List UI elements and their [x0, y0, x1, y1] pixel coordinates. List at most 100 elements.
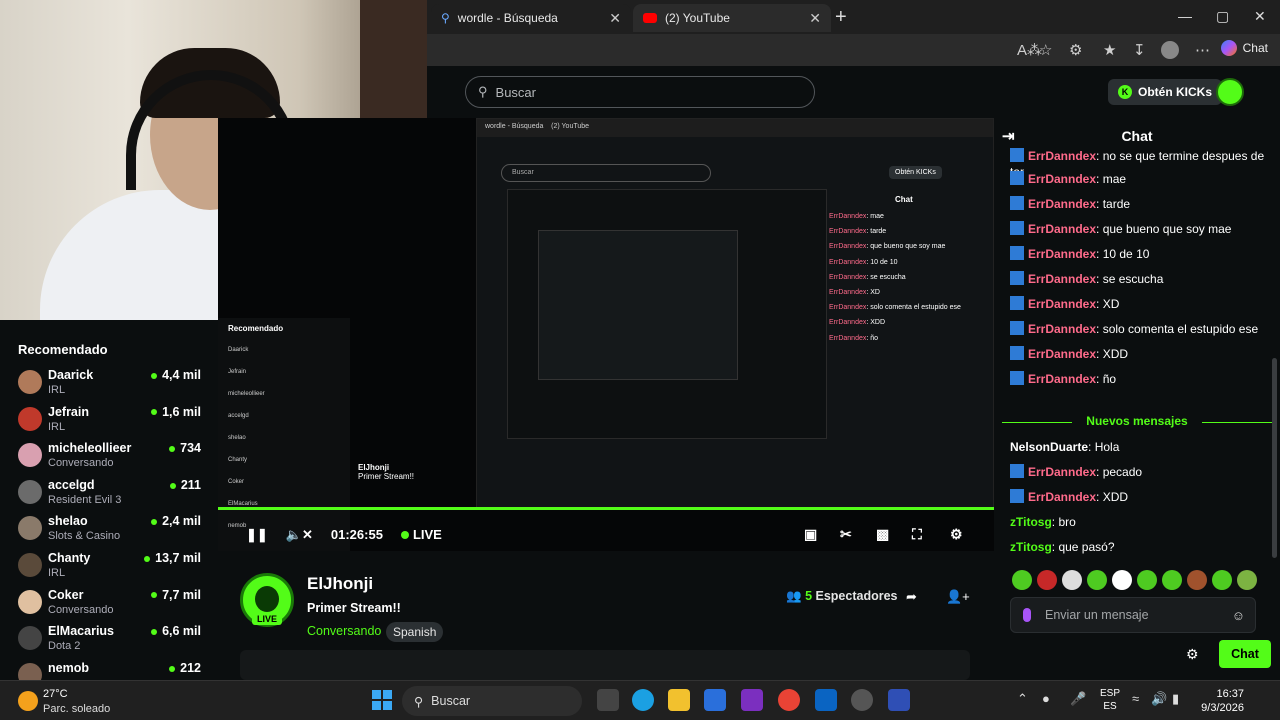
mic-icon[interactable] — [1023, 608, 1031, 622]
sidebar-item[interactable]: ElMacarius Dota 2 6,6 mil — [18, 624, 203, 660]
emote-icon[interactable] — [1137, 570, 1157, 590]
sidebar-item[interactable]: shelao Slots & Casino 2,4 mil — [18, 514, 203, 550]
chat-settings-icon[interactable]: ⚙ — [1186, 646, 1199, 663]
volume-icon[interactable]: 🔊 — [1151, 691, 1167, 707]
extensions-icon[interactable]: ⚙ — [1069, 41, 1082, 59]
profile-icon[interactable] — [1161, 41, 1179, 59]
tab-label: (2) YouTube — [665, 11, 730, 25]
follow-icon[interactable]: 👤+ — [946, 589, 970, 605]
sidebar-item[interactable]: micheleollieer Conversando 734 — [18, 441, 203, 477]
emoji-icon[interactable]: ☺ — [1232, 608, 1245, 623]
tray-app-icon[interactable]: ● — [1042, 691, 1050, 706]
collapse-chat-icon[interactable]: ⇥ — [1002, 127, 1015, 145]
emote-icon[interactable] — [1212, 570, 1232, 590]
settings-app-icon[interactable] — [851, 689, 873, 711]
new-tab-button[interactable]: + — [835, 6, 847, 29]
chat-message: ErrDanndex: tarde — [1010, 196, 1272, 212]
close-icon[interactable]: ✕ — [609, 10, 621, 27]
close-icon[interactable]: ✕ — [809, 10, 821, 27]
get-kicks-button[interactable]: K Obtén KICKs — [1108, 79, 1223, 105]
mic-tray-icon[interactable]: 🎤 — [1070, 691, 1086, 707]
nested-chat-line: ErrDanndex: se escucha — [829, 273, 906, 281]
taskbar-search[interactable]: ⚲ Buscar — [402, 686, 582, 716]
video-controls: ❚❚ 🔈✕ 01:26:55 LIVE ▣ ✂ ▩ ⛶ ⚙ — [218, 518, 994, 551]
start-button[interactable] — [372, 690, 392, 710]
avatar — [18, 626, 42, 651]
tab-youtube[interactable]: (2) YouTube ✕ — [633, 4, 831, 32]
stream-category[interactable]: Conversando — [307, 624, 381, 638]
browser-toolbar: A⁂ ☆ ⚙ ★ ↧ ⋯ Chat — [427, 34, 1280, 66]
settings-icon[interactable]: ⚙ — [950, 526, 963, 543]
chat-username[interactable]: ErrDanndex — [1028, 197, 1096, 211]
send-chat-button[interactable]: Chat — [1219, 640, 1271, 668]
theater-icon[interactable]: ▣ — [804, 526, 817, 543]
edge-icon[interactable] — [632, 689, 654, 711]
emote-icon[interactable] — [1012, 570, 1032, 590]
pip-icon[interactable]: ▩ — [876, 526, 889, 543]
video-player[interactable]: Recomendado Daarick Jefrain micheleollieer… — [218, 118, 994, 551]
store-icon[interactable] — [704, 689, 726, 711]
streamer-name[interactable]: ElJhonji — [307, 574, 373, 594]
search-input[interactable]: ⚲ Buscar — [465, 76, 815, 108]
user-avatar[interactable] — [1216, 78, 1244, 106]
emote-icon[interactable] — [1112, 570, 1132, 590]
sidebar-item[interactable]: accelgd Resident Evil 3 211 — [18, 478, 203, 514]
download-icon[interactable]: ↧ — [1133, 41, 1146, 59]
app-icon[interactable] — [888, 689, 910, 711]
chat-text: que bueno que soy mae — [1102, 222, 1232, 236]
taskview-icon[interactable] — [597, 689, 619, 711]
sun-icon — [18, 691, 38, 711]
emote-icon[interactable] — [1162, 570, 1182, 590]
chat-username[interactable]: ErrDanndex — [1028, 172, 1096, 186]
minimize-icon[interactable]: — — [1178, 8, 1192, 24]
outlook-icon[interactable] — [815, 689, 837, 711]
chat-input[interactable]: Enviar un mensaje ☺ — [1010, 597, 1256, 633]
favorites-icon[interactable]: ★ — [1103, 41, 1116, 59]
chat-username[interactable]: zTitosg — [1010, 540, 1052, 554]
chat-username[interactable]: ErrDanndex — [1028, 247, 1096, 261]
more-icon[interactable]: ⋯ — [1195, 41, 1210, 59]
copilot-chat-button[interactable]: Chat — [1220, 40, 1268, 56]
chat-username[interactable]: ErrDanndex — [1028, 272, 1096, 286]
chat-username[interactable]: ErrDanndex — [1028, 222, 1096, 236]
language-tag[interactable]: Spanish — [386, 622, 444, 642]
mute-icon[interactable]: 🔈✕ — [286, 527, 313, 543]
language-indicator[interactable]: ESP ES — [1100, 687, 1120, 713]
window-close-icon[interactable]: ✕ — [1254, 8, 1266, 25]
battery-icon[interactable]: ▮ — [1172, 691, 1179, 707]
chat-username[interactable]: ErrDanndex — [1028, 322, 1096, 336]
tray-chevron-icon[interactable]: ⌃ — [1017, 691, 1028, 707]
fullscreen-icon[interactable]: ⛶ — [912, 526, 922, 543]
chat-username[interactable]: zTitosg — [1010, 515, 1052, 529]
tab-wordle[interactable]: ⚲ wordle - Búsqueda ✕ — [431, 4, 631, 32]
video-progress-bar[interactable] — [218, 507, 994, 510]
chat-username[interactable]: ErrDanndex — [1028, 490, 1096, 504]
emote-icon[interactable] — [1237, 570, 1257, 590]
badge-icon — [1010, 148, 1024, 162]
maximize-icon[interactable]: ▢ — [1216, 8, 1229, 25]
chat-username[interactable]: ErrDanndex — [1028, 149, 1096, 163]
share-icon[interactable]: ➦ — [906, 589, 917, 605]
sidebar-item[interactable]: Jefrain IRL 1,6 mil — [18, 405, 203, 441]
chat-username[interactable]: ErrDanndex — [1028, 297, 1096, 311]
pause-icon[interactable]: ❚❚ — [246, 527, 268, 543]
chat-username[interactable]: ErrDanndex — [1028, 372, 1096, 386]
chat-username[interactable]: ErrDanndex — [1028, 347, 1096, 361]
chat-scrollbar[interactable] — [1272, 358, 1277, 558]
star-icon[interactable]: ☆ — [1039, 41, 1052, 59]
sidebar-item[interactable]: Coker Conversando 7,7 mil — [18, 588, 203, 624]
clip-icon[interactable]: ✂ — [840, 526, 852, 543]
emote-icon[interactable] — [1187, 570, 1207, 590]
sidebar-item[interactable]: Chanty IRL 13,7 mil — [18, 551, 203, 587]
emote-icon[interactable] — [1087, 570, 1107, 590]
app-icon[interactable] — [741, 689, 763, 711]
folder-icon[interactable] — [668, 689, 690, 711]
emote-icon[interactable] — [1037, 570, 1057, 590]
chrome-icon[interactable] — [778, 689, 800, 711]
clock[interactable]: 16:37 9/3/2026 — [1188, 687, 1244, 715]
wifi-icon[interactable]: ≈ — [1132, 691, 1139, 706]
chat-username[interactable]: ErrDanndex — [1028, 465, 1096, 479]
sidebar-item[interactable]: Daarick IRL 4,4 mil — [18, 368, 203, 404]
chat-username[interactable]: NelsonDuarte — [1010, 440, 1088, 454]
emote-icon[interactable] — [1062, 570, 1082, 590]
